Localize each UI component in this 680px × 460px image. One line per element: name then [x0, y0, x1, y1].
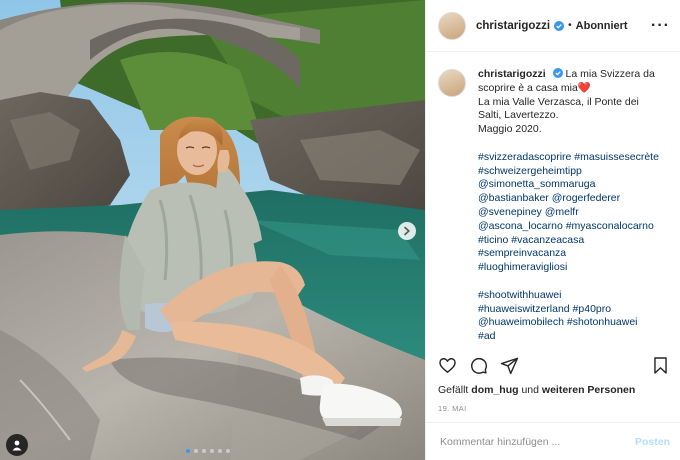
hashtag-line[interactable]: #shootwithhuawei [478, 289, 668, 303]
heart-icon[interactable] [438, 356, 457, 375]
comment-bar: Posten [426, 422, 680, 460]
instagram-post: christarigozzi • Abonniert ··· christari… [0, 0, 680, 460]
next-slide-button[interactable] [398, 222, 416, 240]
verified-icon [552, 68, 563, 78]
tagged-users-button[interactable] [6, 434, 28, 456]
post-date[interactable]: 19. MAI [438, 404, 467, 413]
bookmark-icon[interactable] [651, 356, 670, 375]
avatar[interactable] [438, 11, 466, 40]
carousel-dot [210, 449, 214, 453]
hashtag-line[interactable]: @ascona_locarno #myasconalocarno [478, 220, 668, 234]
likes-prefix: Gefällt [438, 384, 469, 396]
person-icon [12, 440, 22, 451]
follow-status-button[interactable]: Abonniert [576, 20, 628, 32]
hashtag-line[interactable]: #svizzeradascoprire #masuissesecrète [478, 151, 668, 165]
hashtag-line[interactable]: @bastianbaker @rogerfederer [478, 192, 668, 206]
caption-text: christarigozzi La mia Svizzera da scopri… [478, 68, 668, 344]
header-separator: • [568, 20, 572, 31]
carousel-indicators [186, 449, 230, 453]
carousel-dot [194, 449, 198, 453]
carousel-dot [202, 449, 206, 453]
hashtag-line[interactable]: #huaweiswitzerland #p40pro [478, 303, 668, 317]
comment-input[interactable] [438, 434, 635, 449]
caption-line: Maggio 2020. [478, 123, 542, 136]
carousel-dot [218, 449, 222, 453]
post-sidebar: christarigozzi • Abonniert ··· christari… [425, 0, 680, 460]
comment-icon[interactable] [469, 356, 488, 375]
carousel-dot [186, 449, 190, 453]
chevron-right-icon [404, 226, 410, 236]
avatar[interactable] [438, 69, 466, 97]
caption-line: La mia Svizzera da [565, 68, 655, 80]
post-caption: christarigozzi La mia Svizzera da scopri… [438, 68, 670, 344]
hashtag-line[interactable]: @huaweimobilech #shotonhuawei [478, 316, 668, 330]
verified-icon [554, 20, 565, 31]
header-username[interactable]: christarigozzi [476, 20, 550, 32]
hashtag-line[interactable]: #ticino #vacanzeacasa [478, 234, 668, 248]
caption-line: La mia Valle Verzasca, il Ponte dei [478, 95, 639, 108]
share-icon[interactable] [500, 356, 519, 375]
likes-middle: und [521, 384, 539, 396]
more-options-button[interactable]: ··· [651, 17, 670, 35]
hashtag-line[interactable]: @simonetta_sommaruga [478, 178, 668, 192]
photo-illustration [0, 0, 425, 460]
post-comment-button[interactable]: Posten [635, 436, 670, 448]
carousel-dot [226, 449, 230, 453]
caption-line: scoprire è a casa mia❤️ [478, 81, 591, 94]
hashtag-line[interactable]: #sempreinvacanza [478, 247, 668, 261]
post-photo[interactable] [0, 0, 425, 460]
liker-username[interactable]: dom_hug [471, 384, 518, 396]
caption-username[interactable]: christarigozzi [478, 68, 546, 80]
caption-first-line: christarigozzi La mia Svizzera da [478, 68, 655, 80]
caption-line: Salti, Lavertezzo. [478, 109, 559, 122]
action-bar [438, 356, 670, 375]
likes-others-link[interactable]: weiteren Personen [542, 384, 635, 396]
hashtag-line[interactable]: #luoghimeravigliosi [478, 261, 668, 275]
post-header: christarigozzi • Abonniert ··· [426, 0, 680, 52]
hashtag-line[interactable]: #schweizergeheimtipp [478, 165, 668, 179]
hashtag-line[interactable]: @svenepiney @melfr [478, 206, 668, 220]
hashtag-line[interactable]: #ad [478, 330, 668, 344]
likes-summary: Gefällt dom_hug und weiteren Personen [438, 384, 635, 396]
